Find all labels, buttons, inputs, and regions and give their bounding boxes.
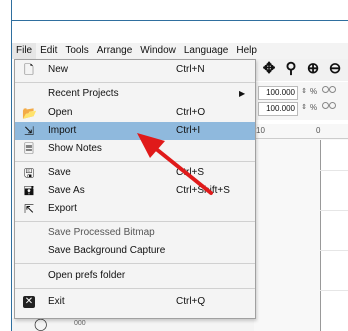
menu-tools[interactable]: Tools [61, 43, 92, 59]
menu-item-save[interactable]: 🖫 Save Ctrl+S [15, 164, 255, 182]
title-area [12, 21, 348, 43]
menu-item-label: Recent Projects [48, 88, 119, 99]
menu-item-shortcut: Ctrl+Q [176, 296, 206, 307]
menu-item-shortcut: Ctrl+S [176, 167, 205, 178]
menu-item-save-as[interactable]: 🖬 Save As Ctrl+Shift+S [15, 182, 255, 200]
notes-icon: 🗏 [24, 142, 34, 156]
menu-separator [15, 161, 255, 162]
menu-file[interactable]: File [12, 43, 37, 59]
horizontal-ruler: 10 0 [254, 124, 348, 139]
file-menu-dropdown: 🗋 New Ctrl+N Recent Projects ▶ 📂 Open Ct… [14, 59, 256, 319]
zoom-in-icon[interactable]: ⊕ [304, 60, 322, 78]
menu-item-shortcut: Ctrl+I [176, 125, 201, 136]
menu-item-label: Show Notes [48, 143, 102, 154]
menu-window[interactable]: Window [136, 43, 180, 59]
anchor-grid-icon[interactable] [322, 86, 336, 98]
grid-line [320, 170, 348, 171]
grid-line [320, 210, 348, 211]
menu-item-label: Export [48, 203, 77, 214]
grid-line [320, 250, 348, 251]
menu-item-show-notes[interactable]: 🗏 Show Notes [15, 140, 255, 158]
height-value-field[interactable]: 100.000 [258, 102, 298, 116]
height-spinner[interactable]: ⇕ [300, 102, 308, 114]
status-text: 000 [74, 320, 86, 327]
menu-item-new[interactable]: 🗋 New Ctrl+N [15, 61, 255, 79]
menu-item-label: Import [48, 125, 77, 136]
menu-separator [15, 82, 255, 83]
menu-item-save-processed-bitmap[interactable]: Save Processed Bitmap [15, 224, 255, 242]
menu-item-export[interactable]: ⇱ Export [15, 200, 255, 218]
ruler-label: 0 [316, 126, 321, 135]
menu-item-open[interactable]: 📂 Open Ctrl+O [15, 104, 255, 122]
menu-language[interactable]: Language [180, 43, 233, 59]
menu-item-label: Exit [48, 296, 65, 307]
menu-item-label: Open prefs folder [48, 270, 126, 281]
menu-item-label: Save [48, 167, 71, 178]
window-header [12, 0, 348, 20]
folder-icon: 📂 [22, 106, 37, 120]
ruler-label: 10 [256, 126, 265, 135]
width-value-field[interactable]: 100.000 [258, 86, 298, 100]
bottom-panel [12, 318, 254, 331]
new-file-icon: 🗋 [24, 63, 34, 77]
height-percent-label: % [310, 103, 318, 112]
menu-item-save-background-capture[interactable]: Save Background Capture [15, 242, 255, 260]
import-icon: ⇲ [23, 124, 35, 138]
menu-item-open-prefs-folder[interactable]: Open prefs folder [15, 267, 255, 285]
menu-item-shortcut: Ctrl+N [176, 64, 205, 75]
anchor-grid-icon[interactable] [322, 102, 336, 114]
grid-line [320, 290, 348, 291]
menu-item-label: Save Processed Bitmap [48, 227, 155, 238]
menu-item-label: New [48, 64, 69, 75]
menu-separator [15, 221, 255, 222]
exit-icon: ✕ [23, 296, 35, 308]
zoom-fit-icon[interactable]: ⚲ [282, 60, 300, 78]
lens-icon[interactable]: ◯ [34, 318, 48, 331]
menu-item-label: Save Background Capture [48, 245, 166, 256]
menu-item-exit[interactable]: ✕ Exit Ctrl+Q [15, 293, 255, 311]
menu-item-recent-projects[interactable]: Recent Projects ▶ [15, 85, 255, 103]
menu-item-import[interactable]: ⇲ Import Ctrl+I [15, 122, 255, 140]
menu-item-shortcut: Ctrl+O [176, 107, 206, 118]
menu-bar: File Edit Tools Arrange Window Language … [12, 43, 348, 59]
width-percent-label: % [310, 87, 318, 96]
submenu-arrow-icon: ▶ [239, 89, 246, 98]
menu-separator [15, 263, 255, 264]
menu-item-label: Save As [48, 185, 85, 196]
menu-arrange[interactable]: Arrange [93, 43, 137, 59]
menu-help[interactable]: Help [232, 43, 261, 59]
canvas-sheet[interactable] [320, 140, 348, 331]
menu-item-shortcut: Ctrl+Shift+S [176, 185, 230, 196]
save-as-icon: 🖬 [23, 184, 35, 198]
export-icon: ⇱ [23, 202, 35, 216]
zoom-out-icon[interactable]: ⊖ [326, 60, 344, 78]
menu-edit[interactable]: Edit [36, 43, 61, 59]
menu-item-label: Open [48, 107, 73, 118]
move-icon[interactable]: ✥ [260, 60, 278, 78]
width-spinner[interactable]: ⇕ [300, 86, 308, 98]
menu-separator [15, 288, 255, 289]
save-icon: 🖫 [23, 166, 35, 180]
